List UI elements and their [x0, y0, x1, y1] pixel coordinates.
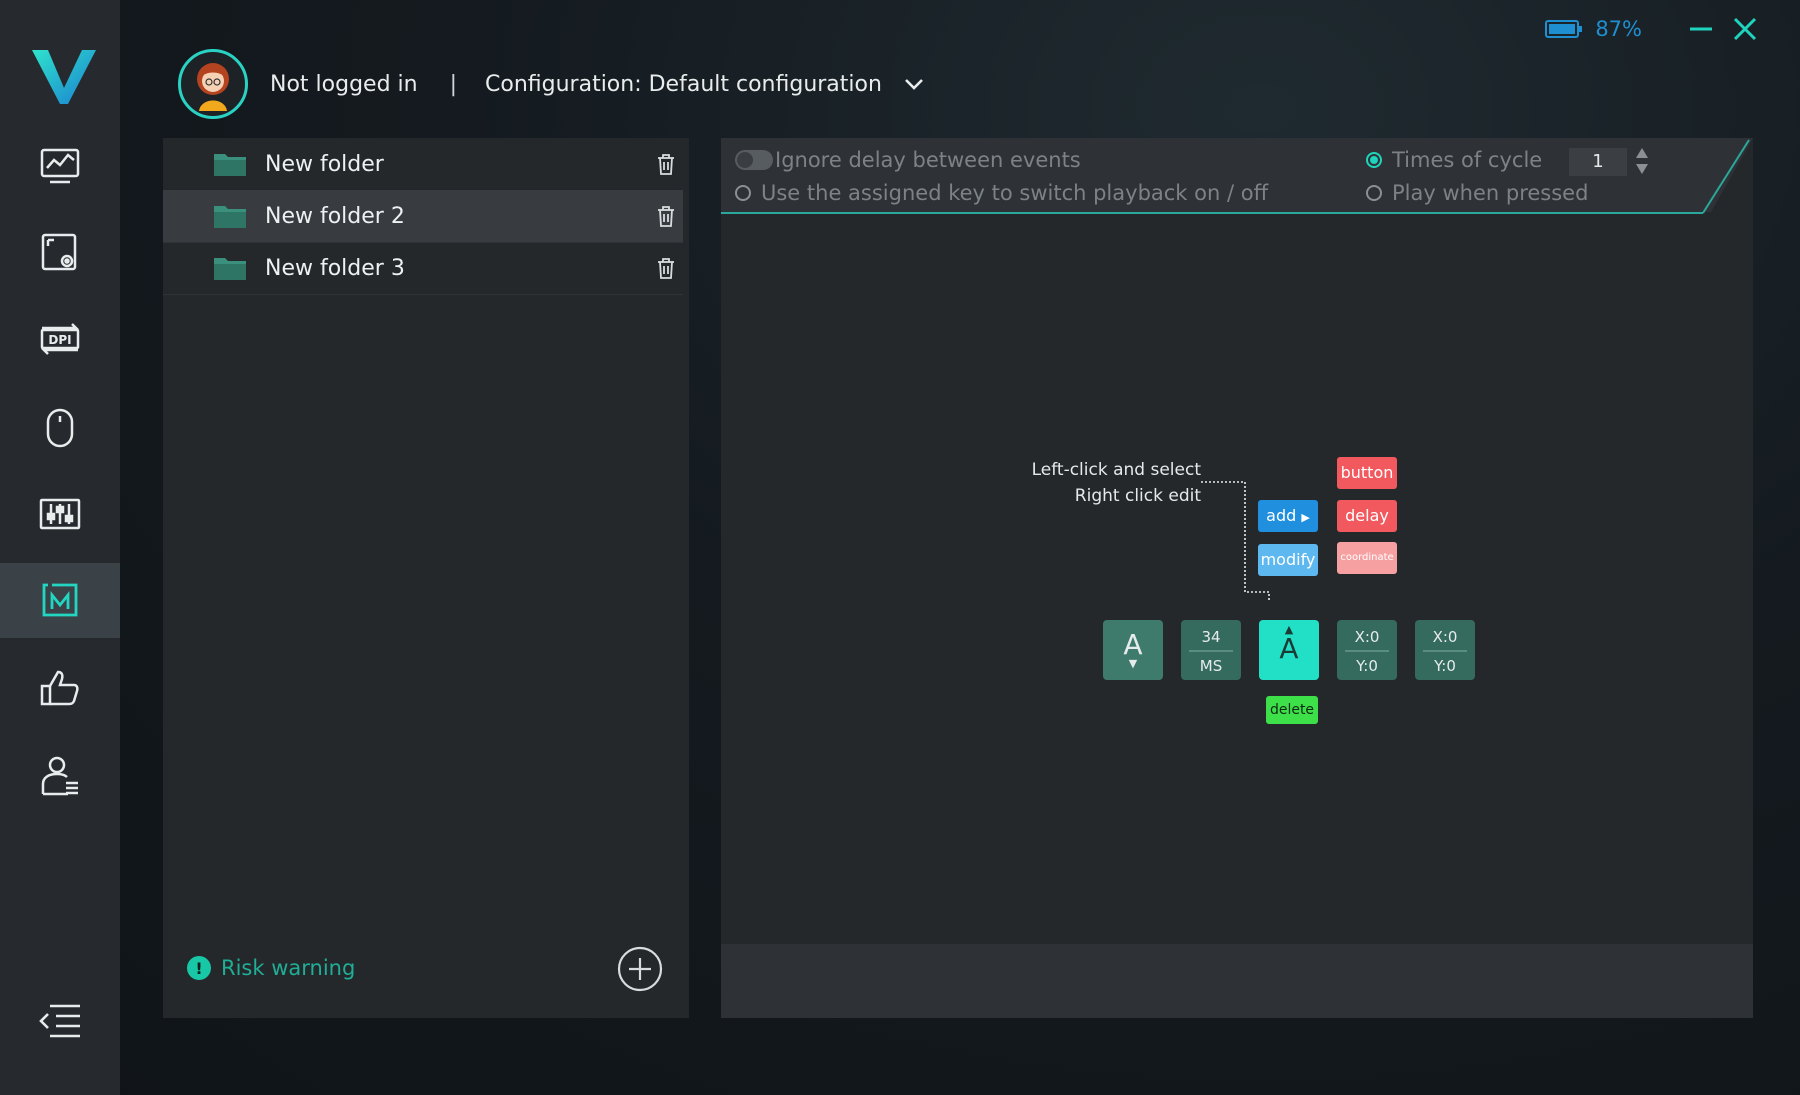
delay-tile[interactable]: 34 MS	[1181, 620, 1241, 680]
times-of-cycle-radio[interactable]	[1366, 152, 1382, 168]
equalizer-icon	[39, 498, 81, 529]
user-list-icon	[41, 756, 78, 795]
key-up-tile[interactable]: ▲ A	[1259, 620, 1319, 680]
risk-warning-label: Risk warning	[221, 956, 356, 980]
trash-icon[interactable]	[657, 257, 675, 279]
coordinate-x: X:0	[1423, 620, 1467, 652]
sidebar-item-equalizer[interactable]	[0, 476, 120, 551]
add-folder-button[interactable]	[617, 946, 663, 992]
sidebar-item-performance[interactable]	[0, 128, 120, 203]
hint-line-2: Right click edit	[1074, 486, 1201, 506]
play-when-pressed-option: Play when pressed	[1366, 181, 1588, 205]
cycle-count-input[interactable]: 1	[1569, 148, 1627, 176]
key-down-tile[interactable]: A ▼	[1103, 620, 1163, 680]
assigned-key-radio[interactable]	[735, 185, 751, 201]
play-when-pressed-radio[interactable]	[1366, 185, 1382, 201]
svg-text:DPI: DPI	[48, 333, 71, 347]
sidebar: DPI	[0, 0, 120, 1095]
battery-icon	[1545, 20, 1583, 38]
user-avatar-icon	[197, 63, 229, 111]
collapse-menu-icon[interactable]	[36, 1000, 84, 1042]
coordinate-y: Y:0	[1356, 657, 1378, 675]
folder-name: New folder 2	[265, 203, 405, 229]
delay-unit: MS	[1199, 657, 1223, 675]
folder-name: New folder	[265, 151, 384, 177]
key-letter: A	[1279, 632, 1299, 665]
ignore-delay-toggle[interactable]	[735, 150, 773, 170]
battery-level: 87%	[1595, 17, 1642, 41]
arrow-down-icon: ▼	[1128, 657, 1138, 670]
guide-connector	[1201, 481, 1270, 600]
sidebar-item-display[interactable]	[0, 214, 120, 289]
coordinate-tile[interactable]: X:0 Y:0	[1337, 620, 1397, 680]
ignore-delay-option: Ignore delay between events	[735, 148, 1081, 172]
sidebar-item-mouse[interactable]	[0, 390, 120, 465]
sidebar-item-dpi[interactable]: DPI	[0, 300, 120, 375]
caret-right-icon: ▶	[1301, 511, 1310, 524]
risk-warning[interactable]: ! Risk warning	[187, 956, 355, 980]
folder-icon	[214, 154, 246, 176]
editor-footer	[721, 944, 1753, 1018]
sidebar-item-account[interactable]	[0, 738, 120, 813]
hint-line-1: Left-click and select	[1031, 460, 1201, 480]
configuration-label[interactable]: Configuration: Default configuration	[485, 72, 882, 97]
cycle-stepper-icon[interactable]	[1635, 146, 1649, 176]
header: Not logged in | Configuration: Default c…	[178, 49, 926, 119]
login-status[interactable]: Not logged in	[270, 72, 418, 97]
coordinate-chip[interactable]: coordinate	[1337, 542, 1397, 574]
warning-icon: !	[187, 956, 211, 980]
play-when-pressed-label: Play when pressed	[1392, 181, 1589, 205]
header-separator: |	[449, 71, 458, 97]
delete-button[interactable]: delete	[1266, 696, 1318, 724]
button-chip[interactable]: button	[1337, 457, 1397, 489]
folder-item[interactable]: New folder 2	[163, 190, 683, 243]
times-of-cycle-option: Times of cycle	[1366, 148, 1542, 172]
macro-icon	[42, 583, 78, 616]
trash-icon[interactable]	[657, 153, 675, 175]
options-corner	[1702, 139, 1750, 214]
minimize-icon[interactable]	[1686, 14, 1716, 44]
close-icon[interactable]	[1730, 14, 1760, 44]
times-of-cycle-label: Times of cycle	[1392, 148, 1543, 172]
macro-editor: Ignore delay between events Use the assi…	[721, 138, 1753, 1018]
app-logo-icon	[32, 50, 96, 104]
thumbs-up-icon	[40, 670, 79, 705]
window-controls: 87%	[1545, 14, 1760, 44]
dpi-icon: DPI	[40, 322, 80, 355]
folder-item[interactable]: New folder 3	[163, 242, 683, 295]
avatar[interactable]	[178, 49, 248, 119]
coordinate-y: Y:0	[1434, 657, 1456, 675]
assigned-key-label: Use the assigned key to switch playback …	[761, 181, 1269, 205]
folder-name: New folder 3	[265, 255, 405, 281]
sidebar-item-recommend[interactable]	[0, 650, 120, 725]
add-button[interactable]: add ▶	[1258, 500, 1318, 532]
folder-item[interactable]: New folder	[163, 138, 683, 191]
screen-settings-icon	[41, 233, 77, 270]
mouse-icon	[46, 408, 74, 447]
assigned-key-option: Use the assigned key to switch playback …	[735, 181, 1268, 205]
modify-button[interactable]: modify	[1258, 544, 1318, 576]
sidebar-item-macro[interactable]	[0, 563, 120, 638]
coordinate-x: X:0	[1345, 620, 1389, 652]
monitor-chart-icon	[40, 148, 80, 183]
folder-icon	[214, 206, 246, 228]
chevron-down-icon[interactable]	[902, 72, 926, 96]
folder-icon	[214, 258, 246, 280]
add-label: add	[1266, 506, 1297, 525]
coordinate-tile[interactable]: X:0 Y:0	[1415, 620, 1475, 680]
delay-chip[interactable]: delay	[1337, 500, 1397, 532]
delay-value: 34	[1189, 620, 1233, 652]
trash-icon[interactable]	[657, 205, 675, 227]
macro-canvas[interactable]: Left-click and select Right click edit a…	[721, 214, 1753, 944]
key-letter: A	[1123, 628, 1143, 661]
ignore-delay-label: Ignore delay between events	[775, 148, 1081, 172]
folder-panel: New folder New folder 2 New folder 3 ! R…	[163, 138, 689, 1018]
